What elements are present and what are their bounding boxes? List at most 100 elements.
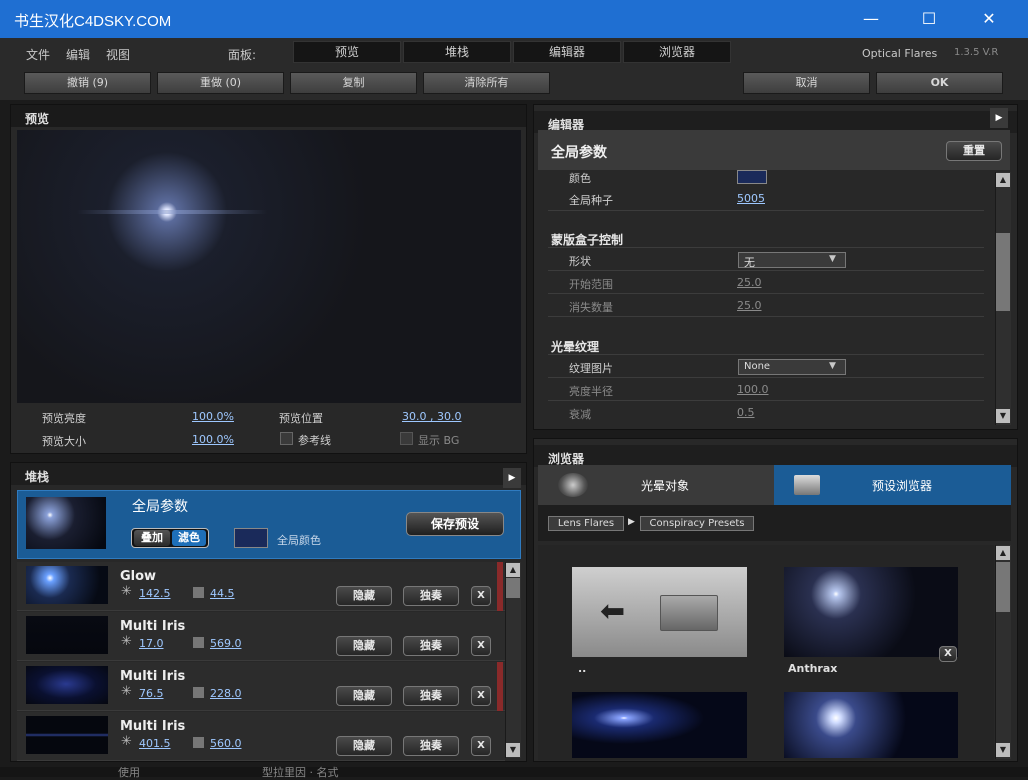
preview-viewport[interactable] (17, 130, 521, 403)
taskbar-item[interactable]: 型拉里因 · 名式 (262, 764, 339, 780)
maximize-button[interactable]: ☐ (900, 0, 958, 38)
separator (548, 400, 984, 401)
reset-button[interactable]: 重置 (946, 141, 1002, 161)
menu-edit[interactable]: 编辑 (66, 46, 90, 63)
layer-delete-button[interactable]: X (471, 686, 491, 706)
seed-value[interactable]: 5005 (737, 192, 765, 205)
blend-screen-button[interactable]: 滤色 (172, 530, 206, 546)
preset-item-anthrax[interactable] (784, 567, 958, 657)
cancel-button[interactable]: 取消 (743, 72, 870, 94)
browser-title: 浏览器 (534, 445, 1017, 467)
browser-scroll-down-icon[interactable]: ▼ (996, 743, 1010, 757)
preview-brightness-value[interactable]: 100.0% (192, 410, 234, 423)
stack-scroll-down-icon[interactable]: ▼ (506, 743, 520, 757)
preset-item-3[interactable] (572, 692, 747, 758)
editor-scroll-thumb[interactable] (996, 233, 1010, 311)
panel-toggle-stack[interactable]: 堆栈 (403, 41, 511, 63)
editor-color-swatch[interactable] (737, 170, 767, 184)
blend-add-button[interactable]: 叠加 (134, 530, 170, 546)
texture-dropdown[interactable]: None ▼ (738, 359, 846, 375)
tab-flare-objects[interactable]: 光晕对象 (538, 465, 774, 505)
layer-hide-button[interactable]: 隐藏 (336, 736, 392, 756)
layer-hide-button[interactable]: 隐藏 (336, 686, 392, 706)
preview-size-value[interactable]: 100.0% (192, 433, 234, 446)
separator (548, 354, 984, 355)
panel-toggle-editor[interactable]: 编辑器 (513, 41, 621, 63)
layer-brightness-value[interactable]: 17.0 (139, 637, 164, 650)
layer-brightness-value[interactable]: 401.5 (139, 737, 171, 750)
preset-item-4[interactable] (784, 692, 958, 758)
layer-marker (497, 562, 503, 611)
panel-toggle-preview[interactable]: 预览 (293, 41, 401, 63)
preview-position-label: 预览位置 (279, 412, 323, 425)
fade-amount-value[interactable]: 25.0 (737, 299, 762, 312)
taskbar-item[interactable]: 使用 (118, 764, 140, 780)
ok-button[interactable]: OK (876, 72, 1003, 94)
menu-file[interactable]: 文件 (26, 46, 50, 63)
editor-expand-arrow[interactable]: ▶ (990, 108, 1008, 128)
layer-brightness-value[interactable]: 142.5 (139, 587, 171, 600)
tab-preset-browser[interactable]: 预设浏览器 (774, 465, 1011, 505)
brightness-icon: ✳ (121, 584, 132, 599)
brand-label: Optical Flares (862, 47, 938, 60)
title-bar: 书生汉化C4DSKY.COM — ☐ ✕ (0, 0, 1028, 38)
stack-scroll-up-icon[interactable]: ▲ (506, 563, 520, 577)
layer-scale-value[interactable]: 560.0 (210, 737, 242, 750)
browser-scroll-up-icon[interactable]: ▲ (996, 546, 1010, 560)
layer-scale-value[interactable]: 228.0 (210, 687, 242, 700)
texture-dropdown-value: None (744, 361, 771, 372)
layer-hide-button[interactable]: 隐藏 (336, 586, 392, 606)
decay-value[interactable]: 0.5 (737, 406, 755, 419)
start-range-value[interactable]: 25.0 (737, 276, 762, 289)
layer-delete-button[interactable]: X (471, 586, 491, 606)
breadcrumb-lens-flares[interactable]: Lens Flares (548, 516, 624, 531)
breadcrumb-arrow-icon: ▶ (628, 517, 635, 527)
undo-button[interactable]: 撤销 (9) (24, 72, 151, 94)
tab-preset-browser-label: 预设浏览器 (872, 479, 933, 493)
global-thumbnail (26, 497, 106, 549)
preset-up-label: .. (578, 662, 587, 675)
layer-delete-button[interactable]: X (471, 736, 491, 756)
color-label: 颜色 (569, 172, 591, 185)
show-bg-checkbox[interactable] (400, 432, 413, 445)
guides-checkbox[interactable] (280, 432, 293, 445)
decay-label: 衰减 (569, 408, 591, 421)
layer-marker (497, 662, 503, 711)
preview-position-value[interactable]: 30.0 , 30.0 (402, 410, 461, 423)
layer-solo-button[interactable]: 独奏 (403, 636, 459, 656)
layer-delete-button[interactable]: X (471, 636, 491, 656)
save-preset-button[interactable]: 保存预设 (406, 512, 504, 536)
layer-scale-value[interactable]: 44.5 (210, 587, 235, 600)
browser-scroll-thumb[interactable] (996, 562, 1010, 612)
layer-solo-button[interactable]: 独奏 (403, 686, 459, 706)
show-bg-label: 显示 BG (418, 434, 460, 447)
layer-brightness-value[interactable]: 76.5 (139, 687, 164, 700)
preset-item-up[interactable]: ⬅ (572, 567, 747, 657)
breadcrumb-conspiracy-presets[interactable]: Conspiracy Presets (640, 516, 754, 531)
bright-radius-value[interactable]: 100.0 (737, 383, 769, 396)
editor-scroll-up-icon[interactable]: ▲ (996, 173, 1010, 187)
scale-icon (193, 637, 204, 648)
redo-button[interactable]: 重做 (0) (157, 72, 284, 94)
shape-dropdown[interactable]: 无 ▼ (738, 252, 846, 269)
layer-solo-button[interactable]: 独奏 (403, 586, 459, 606)
global-color-swatch[interactable] (234, 528, 268, 548)
copy-button[interactable]: 复制 (290, 72, 417, 94)
preset-anthrax-delete-button[interactable]: X (939, 646, 957, 662)
menu-view[interactable]: 视图 (106, 46, 130, 63)
chevron-down-icon: ▼ (829, 254, 836, 264)
layer-solo-button[interactable]: 独奏 (403, 736, 459, 756)
panel-toggle-browser[interactable]: 浏览器 (623, 41, 731, 63)
layer-name: Glow (120, 569, 157, 584)
layer-thumbnail (26, 616, 108, 654)
editor-scroll-down-icon[interactable]: ▼ (996, 409, 1010, 423)
clear-all-button[interactable]: 清除所有 (423, 72, 550, 94)
window-title: 书生汉化C4DSKY.COM (14, 13, 172, 30)
layer-hide-button[interactable]: 隐藏 (336, 636, 392, 656)
layer-scale-value[interactable]: 569.0 (210, 637, 242, 650)
minimize-button[interactable]: — (842, 0, 900, 38)
stack-expand-arrow[interactable]: ▶ (503, 468, 521, 488)
folder-icon (794, 475, 820, 495)
close-button[interactable]: ✕ (960, 0, 1018, 38)
stack-scroll-thumb[interactable] (506, 578, 520, 598)
